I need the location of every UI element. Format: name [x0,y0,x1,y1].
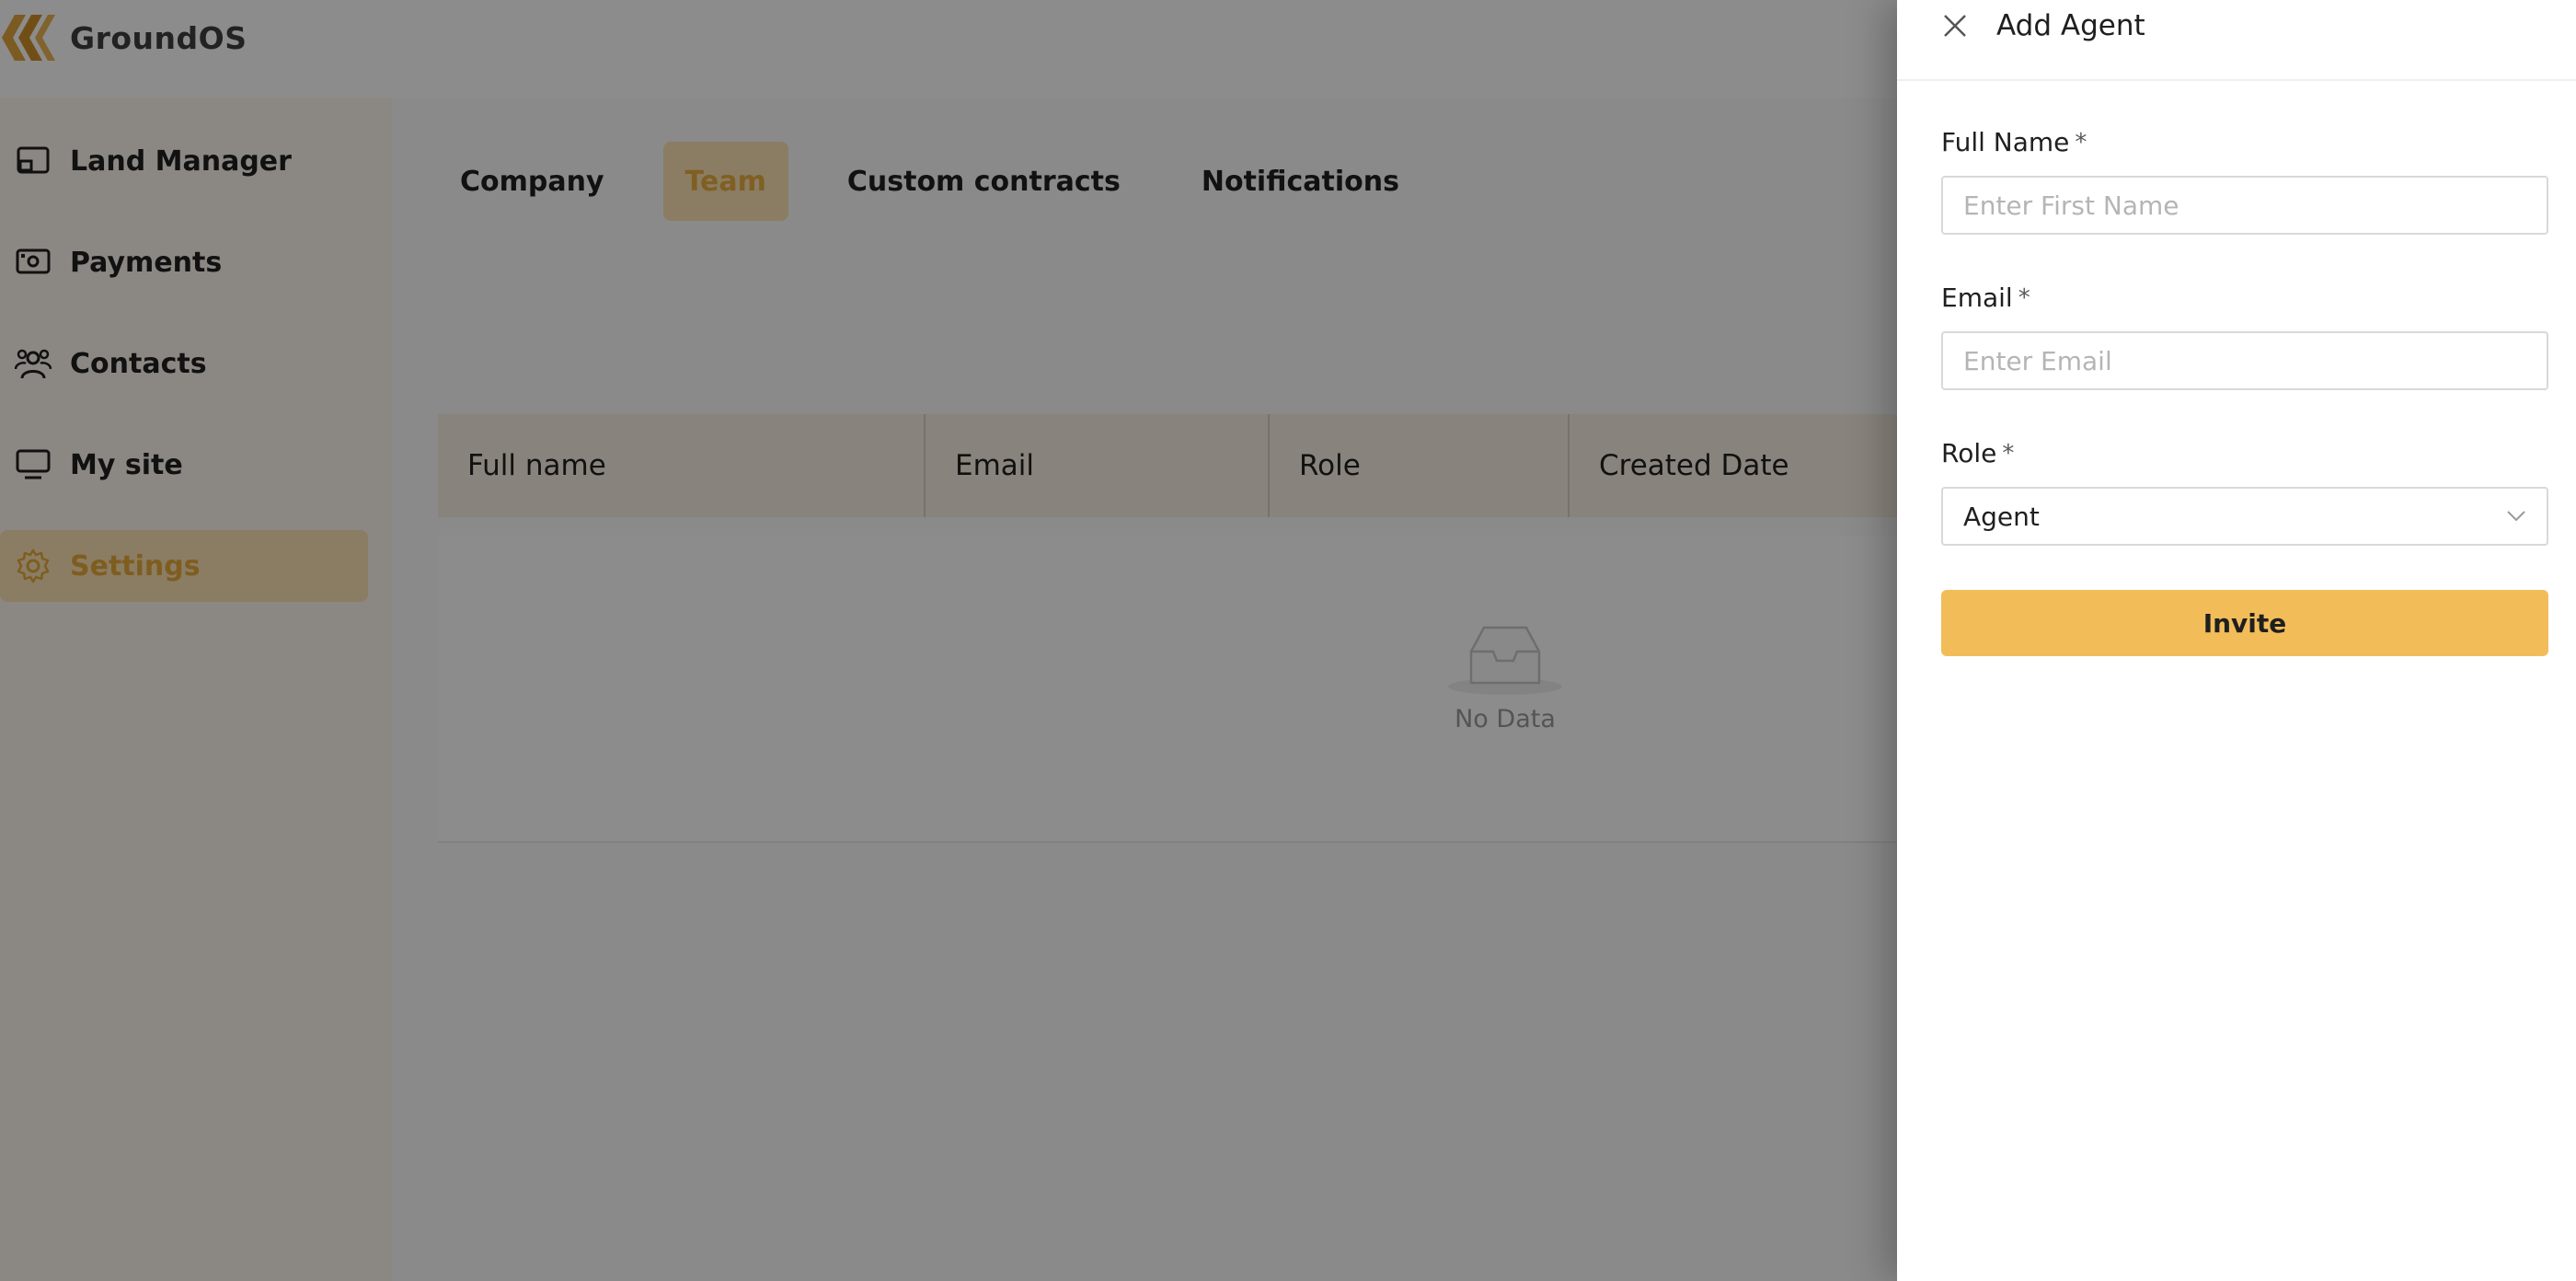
add-agent-form: Full Name * Email * Role * Agent Invite [1941,81,2548,656]
role-select-value: Agent [1963,501,2040,532]
drawer-title: Add Agent [1996,9,2145,42]
close-icon [1944,15,1966,37]
invite-button[interactable]: Invite [1941,590,2548,656]
add-agent-drawer: Add Agent Full Name * Email * Role * Age… [1897,0,2576,1281]
chevron-down-icon [2507,511,2525,522]
full-name-label-text: Full Name [1941,127,2070,157]
full-name-label: Full Name * [1941,127,2548,157]
required-mark: * [2018,283,2030,312]
drawer-header: Add Agent [1897,0,2576,81]
required-mark: * [2075,128,2087,156]
role-select[interactable]: Agent [1941,487,2548,546]
email-label-text: Email [1941,283,2013,313]
role-label-text: Role [1941,438,1997,468]
role-label: Role * [1941,438,2548,468]
email-input[interactable] [1941,331,2548,390]
required-mark: * [2002,439,2015,467]
close-button[interactable] [1939,10,1971,41]
email-label: Email * [1941,283,2548,313]
full-name-input[interactable] [1941,176,2548,235]
